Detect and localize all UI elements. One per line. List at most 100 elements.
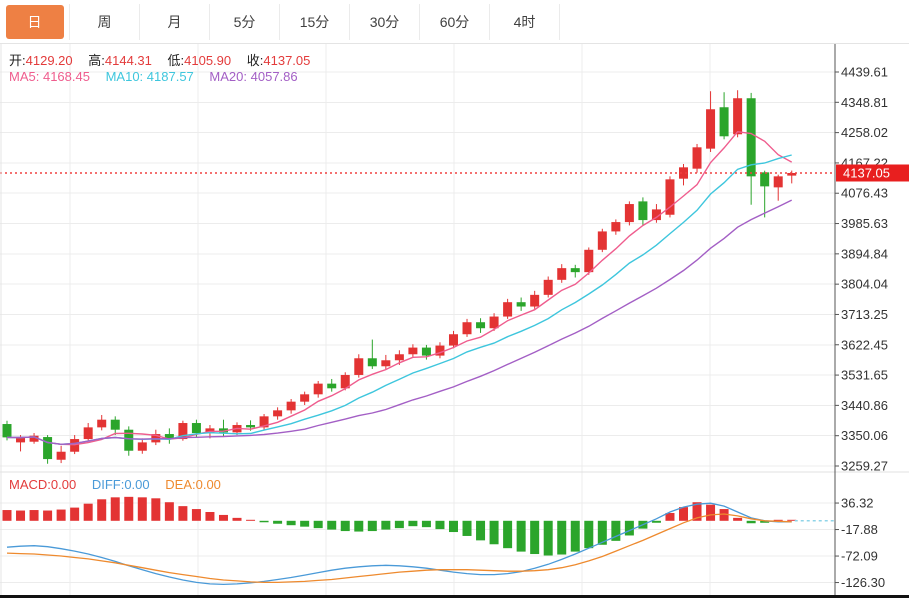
candle-body bbox=[3, 424, 12, 437]
macd-bar bbox=[449, 521, 458, 532]
bottom-border bbox=[0, 595, 909, 598]
tab-30min[interactable]: 30分 bbox=[350, 4, 420, 40]
candle-body bbox=[192, 423, 201, 433]
macd-bar bbox=[706, 505, 715, 521]
price-axis-label: 3713.25 bbox=[841, 307, 888, 322]
candle-body bbox=[733, 98, 742, 134]
price-axis-label: 3259.27 bbox=[841, 458, 888, 473]
macd-axis-label: -72.09 bbox=[841, 549, 878, 564]
macd-bar bbox=[219, 515, 228, 521]
macd-bar bbox=[544, 521, 553, 556]
macd-bar bbox=[557, 521, 566, 555]
price-axis-label: 3350.06 bbox=[841, 428, 888, 443]
macd-bar bbox=[138, 497, 147, 520]
macd-bar bbox=[625, 521, 634, 536]
price-axis-label: 4439.61 bbox=[841, 65, 888, 80]
candle-body bbox=[138, 442, 147, 450]
candle-body bbox=[463, 322, 472, 334]
macd-bar bbox=[178, 506, 187, 521]
candle-body bbox=[354, 358, 363, 375]
macd-bar bbox=[490, 521, 499, 544]
candle-body bbox=[273, 410, 282, 416]
macd-bar bbox=[111, 497, 120, 520]
macd-bar bbox=[70, 508, 79, 521]
tab-week[interactable]: 周 bbox=[70, 4, 140, 40]
macd-bar bbox=[260, 521, 269, 522]
macd-bar bbox=[124, 497, 133, 521]
ma20-line bbox=[7, 200, 792, 444]
macd-bar bbox=[679, 507, 688, 521]
macd-bar bbox=[517, 521, 526, 552]
candle-body bbox=[530, 295, 539, 307]
candle-body bbox=[571, 268, 580, 272]
price-axis-label: 3440.86 bbox=[841, 398, 888, 413]
candle-body bbox=[490, 317, 499, 329]
candle-body bbox=[449, 334, 458, 345]
candle-body bbox=[246, 425, 255, 427]
price-axis-label: 4348.81 bbox=[841, 95, 888, 110]
tab-15min[interactable]: 15分 bbox=[280, 4, 350, 40]
price-axis-label: 3894.84 bbox=[841, 246, 888, 261]
candle-body bbox=[368, 358, 377, 366]
candle-body bbox=[327, 384, 336, 389]
last-price-tag-text: 4137.05 bbox=[843, 165, 890, 180]
macd-bar bbox=[233, 518, 242, 521]
interval-tab-bar: 日 周 月 5分 15分 30分 60分 4时 bbox=[0, 0, 909, 44]
candle-body bbox=[43, 437, 52, 459]
macd-axis-label: 36.32 bbox=[841, 496, 874, 511]
price-axis-label: 3622.45 bbox=[841, 337, 888, 352]
tab-day[interactable]: 日 bbox=[0, 4, 70, 40]
macd-bar bbox=[747, 521, 756, 523]
candle-body bbox=[598, 231, 607, 249]
macd-bar bbox=[314, 521, 323, 528]
candle-body bbox=[706, 109, 715, 148]
candle-body bbox=[422, 348, 431, 356]
macd-bar bbox=[84, 504, 93, 521]
candle-body bbox=[314, 384, 323, 395]
price-axis-label: 3531.65 bbox=[841, 368, 888, 383]
macd-bar bbox=[503, 521, 512, 548]
candle-body bbox=[611, 222, 620, 231]
candle-body bbox=[625, 204, 634, 222]
macd-bar bbox=[435, 521, 444, 529]
candle-body bbox=[720, 107, 729, 136]
candle-body bbox=[395, 354, 404, 360]
candle-body bbox=[408, 348, 417, 355]
macd-bar bbox=[341, 521, 350, 531]
macd-bar bbox=[584, 521, 593, 548]
macd-bar bbox=[530, 521, 539, 554]
price-axis-label: 3804.04 bbox=[841, 277, 888, 292]
candle-body bbox=[287, 402, 296, 411]
trading-chart-widget: 4439.614348.814258.024167.224076.433985.… bbox=[0, 0, 909, 603]
candle-body bbox=[97, 420, 106, 428]
macd-bar bbox=[354, 521, 363, 532]
candle-body bbox=[774, 176, 783, 187]
price-axis-label: 4258.02 bbox=[841, 125, 888, 140]
candlestick-chart[interactable]: 4439.614348.814258.024167.224076.433985.… bbox=[0, 0, 909, 603]
macd-bar bbox=[652, 521, 661, 523]
tab-month[interactable]: 月 bbox=[140, 4, 210, 40]
macd-bar bbox=[571, 521, 580, 552]
macd-bar bbox=[205, 512, 214, 521]
tab-60min[interactable]: 60分 bbox=[420, 4, 490, 40]
macd-bar bbox=[30, 510, 39, 521]
candle-body bbox=[476, 322, 485, 328]
macd-bar bbox=[273, 521, 282, 524]
macd-bar bbox=[300, 521, 309, 527]
candle-body bbox=[638, 201, 647, 220]
macd-bar bbox=[57, 510, 66, 521]
macd-bar bbox=[3, 510, 12, 521]
macd-bar bbox=[287, 521, 296, 525]
candle-body bbox=[16, 438, 25, 443]
macd-bar bbox=[165, 502, 174, 521]
tab-5min[interactable]: 5分 bbox=[210, 4, 280, 40]
candle-body bbox=[503, 302, 512, 316]
macd-bar bbox=[97, 499, 106, 521]
macd-bar bbox=[381, 521, 390, 530]
candle-body bbox=[57, 452, 66, 460]
tab-4hour[interactable]: 4时 bbox=[490, 4, 560, 40]
macd-bar bbox=[463, 521, 472, 536]
macd-bar bbox=[192, 509, 201, 521]
candle-body bbox=[84, 427, 93, 439]
macd-bar bbox=[368, 521, 377, 531]
